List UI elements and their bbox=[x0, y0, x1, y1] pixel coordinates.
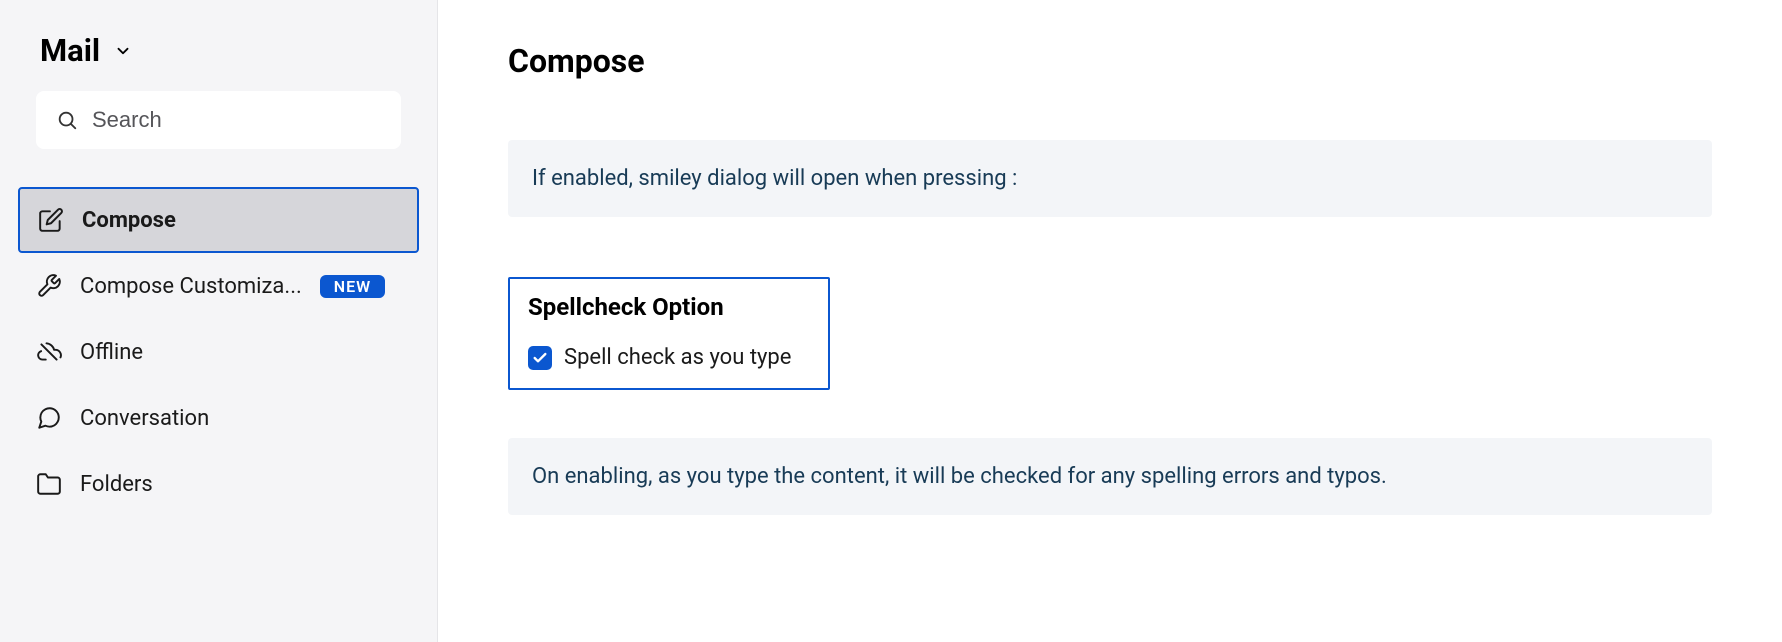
search-icon bbox=[54, 107, 80, 133]
sidebar: Mail Compose bbox=[0, 0, 438, 642]
spellcheck-section: Spellcheck Option Spell check as you typ… bbox=[508, 277, 830, 390]
spellcheck-heading: Spellcheck Option bbox=[528, 293, 810, 321]
sidebar-item-offline[interactable]: Offline bbox=[0, 319, 437, 385]
sidebar-item-label: Conversation bbox=[80, 406, 209, 431]
page-title: Compose bbox=[508, 42, 1712, 80]
sidebar-item-label: Compose Customiza... bbox=[80, 274, 302, 299]
tools-icon bbox=[36, 273, 62, 299]
smiley-info-box: If enabled, smiley dialog will open when… bbox=[508, 140, 1712, 217]
sidebar-item-label: Compose bbox=[82, 208, 176, 233]
compose-icon bbox=[38, 207, 64, 233]
sidebar-item-label: Folders bbox=[80, 472, 153, 497]
sidebar-item-label: Offline bbox=[80, 340, 143, 365]
cloud-off-icon bbox=[36, 339, 62, 365]
sidebar-item-compose-customization[interactable]: Compose Customiza... NEW bbox=[0, 253, 437, 319]
new-badge: NEW bbox=[320, 275, 385, 298]
search-container bbox=[0, 91, 437, 187]
spellcheck-description: On enabling, as you type the content, it… bbox=[508, 438, 1712, 515]
sidebar-nav: Compose Compose Customiza... NEW Offline bbox=[0, 187, 437, 517]
sidebar-item-compose[interactable]: Compose bbox=[18, 187, 419, 253]
sidebar-item-conversation[interactable]: Conversation bbox=[0, 385, 437, 451]
chevron-down-icon bbox=[110, 38, 136, 64]
sidebar-section-dropdown[interactable]: Mail bbox=[0, 32, 437, 91]
spellcheck-checkbox-label: Spell check as you type bbox=[564, 345, 791, 370]
search-box[interactable] bbox=[36, 91, 401, 149]
search-input[interactable] bbox=[92, 107, 383, 133]
checkbox-checked-icon bbox=[528, 346, 552, 370]
sidebar-title: Mail bbox=[40, 32, 100, 69]
spellcheck-checkbox-row[interactable]: Spell check as you type bbox=[528, 345, 810, 370]
conversation-icon bbox=[36, 405, 62, 431]
main-content: Compose If enabled, smiley dialog will o… bbox=[438, 0, 1782, 642]
sidebar-item-folders[interactable]: Folders bbox=[0, 451, 437, 517]
folder-icon bbox=[36, 471, 62, 497]
